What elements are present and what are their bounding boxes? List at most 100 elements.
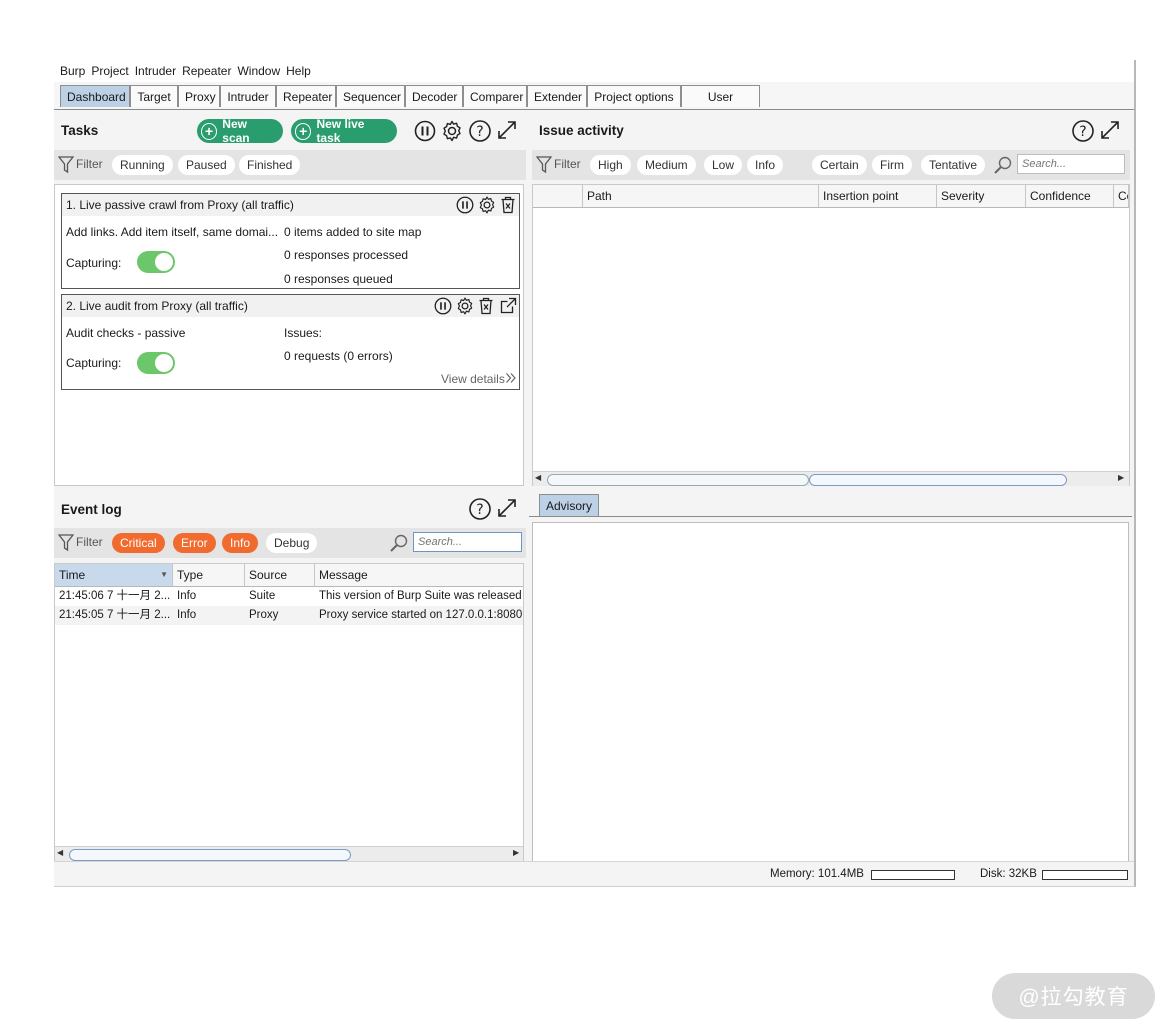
filter-info[interactable]: Info bbox=[747, 155, 784, 175]
scroll-right-icon[interactable]: ▶ bbox=[513, 848, 519, 857]
scroll-right-icon[interactable]: ▶ bbox=[1118, 473, 1124, 482]
event-log-table: Time ▼ Type Source Message 21:45:06 7 十一… bbox=[54, 563, 524, 861]
tasks-filter-bar: Filter Running Paused Finished bbox=[54, 150, 526, 180]
new-live-task-button[interactable]: + New live task bbox=[291, 117, 397, 145]
scrollbar-thumb[interactable] bbox=[809, 474, 1067, 486]
search-icon[interactable] bbox=[389, 533, 409, 553]
tasks-title: Tasks bbox=[61, 123, 99, 138]
horizontal-scrollbar[interactable]: ◀ ▶ bbox=[55, 846, 523, 861]
event-log-search-input[interactable] bbox=[413, 532, 522, 552]
task-list: 1. Live passive crawl from Proxy (all tr… bbox=[54, 184, 524, 486]
scrollbar-thumb[interactable] bbox=[69, 849, 351, 861]
filter-medium[interactable]: Medium bbox=[637, 155, 696, 175]
capturing-label: Capturing: bbox=[66, 256, 122, 270]
gear-icon[interactable] bbox=[477, 195, 497, 215]
cell-source: Suite bbox=[249, 590, 276, 602]
filter-running[interactable]: Running bbox=[112, 155, 173, 175]
scroll-left-icon[interactable]: ◀ bbox=[57, 848, 63, 857]
menu-help[interactable]: Help bbox=[283, 60, 314, 82]
tab-proxy[interactable]: Proxy bbox=[178, 85, 220, 107]
column-header-message[interactable]: Message bbox=[315, 564, 523, 586]
svg-text:?: ? bbox=[476, 124, 483, 140]
delete-icon[interactable] bbox=[500, 196, 516, 214]
disk-label: Disk: 32KB bbox=[980, 868, 1037, 880]
filter-icon[interactable] bbox=[58, 534, 74, 552]
column-header[interactable] bbox=[533, 185, 583, 207]
gear-icon[interactable] bbox=[455, 296, 475, 316]
issue-table-header: Path Insertion point Severity Confidence… bbox=[533, 185, 1129, 208]
pause-icon[interactable] bbox=[414, 120, 436, 142]
filter-low[interactable]: Low bbox=[704, 155, 743, 175]
filter-debug[interactable]: Debug bbox=[266, 533, 318, 553]
filter-high[interactable]: High bbox=[590, 155, 631, 175]
event-log-filter-bar: Filter Critical Error Info Debug bbox=[54, 528, 526, 558]
expand-icon[interactable] bbox=[496, 497, 518, 519]
advisory-panel: Advisory bbox=[529, 490, 1132, 862]
column-header-comment[interactable]: Co bbox=[1114, 185, 1129, 207]
tab-dashboard[interactable]: Dashboard bbox=[60, 85, 130, 107]
filter-critical[interactable]: Critical bbox=[112, 533, 165, 553]
new-scan-button[interactable]: + New scan bbox=[197, 117, 283, 145]
filter-tentative[interactable]: Tentative bbox=[921, 155, 986, 175]
column-header-insertion-point[interactable]: Insertion point bbox=[819, 185, 937, 207]
filter-error[interactable]: Error bbox=[173, 533, 216, 553]
search-icon[interactable] bbox=[993, 155, 1013, 175]
task-card-1[interactable]: 1. Live passive crawl from Proxy (all tr… bbox=[61, 193, 520, 289]
column-header-severity[interactable]: Severity bbox=[937, 185, 1026, 207]
filter-info[interactable]: Info bbox=[222, 533, 259, 553]
menu-burp[interactable]: Burp bbox=[57, 60, 88, 82]
help-icon[interactable]: ? bbox=[1071, 119, 1095, 143]
filter-firm[interactable]: Firm bbox=[872, 155, 912, 175]
cell-type: Info bbox=[177, 609, 197, 621]
column-header-confidence[interactable]: Confidence bbox=[1026, 185, 1114, 207]
task-title: 1. Live passive crawl from Proxy (all tr… bbox=[66, 198, 294, 212]
task-stat: 0 responses processed bbox=[284, 248, 409, 262]
task-card-2[interactable]: 2. Live audit from Proxy (all traffic) A… bbox=[61, 294, 520, 390]
event-log-header: Time ▼ Type Source Message bbox=[55, 564, 523, 587]
filter-paused[interactable]: Paused bbox=[178, 155, 235, 175]
filter-finished[interactable]: Finished bbox=[239, 155, 301, 175]
column-header-time[interactable]: Time ▼ bbox=[55, 564, 173, 586]
menu-intruder[interactable]: Intruder bbox=[132, 60, 179, 82]
expand-icon[interactable] bbox=[496, 119, 518, 141]
tab-repeater[interactable]: Repeater bbox=[276, 85, 336, 107]
menu-window[interactable]: Window bbox=[234, 60, 283, 82]
gear-icon[interactable] bbox=[440, 119, 464, 143]
filter-certain[interactable]: Certain bbox=[812, 155, 867, 175]
filter-icon[interactable] bbox=[58, 156, 74, 174]
column-header-type[interactable]: Type bbox=[173, 564, 245, 586]
advisory-content bbox=[532, 522, 1129, 862]
tab-target[interactable]: Target bbox=[130, 85, 178, 107]
capturing-toggle[interactable] bbox=[137, 352, 175, 374]
table-row[interactable]: 21:45:05 7 十一月 2... Info Proxy Proxy ser… bbox=[55, 606, 523, 625]
delete-icon[interactable] bbox=[478, 297, 494, 315]
memory-label: Memory: 101.4MB bbox=[770, 868, 864, 880]
help-icon[interactable]: ? bbox=[468, 119, 492, 143]
table-row[interactable]: 21:45:06 7 十一月 2... Info Suite This vers… bbox=[55, 587, 523, 606]
open-external-icon[interactable] bbox=[500, 297, 517, 314]
help-icon[interactable]: ? bbox=[468, 497, 492, 521]
issue-search-input[interactable] bbox=[1017, 154, 1125, 174]
scroll-left-icon[interactable]: ◀ bbox=[535, 473, 541, 482]
column-header-path[interactable]: Path bbox=[583, 185, 819, 207]
filter-icon[interactable] bbox=[536, 156, 552, 174]
expand-icon[interactable] bbox=[1099, 119, 1121, 141]
pause-icon[interactable] bbox=[434, 297, 452, 315]
tab-sequencer[interactable]: Sequencer bbox=[336, 85, 405, 107]
task-stat: Issues: bbox=[284, 326, 323, 340]
tab-user-options[interactable]: User options bbox=[681, 85, 760, 126]
tab-comparer[interactable]: Comparer bbox=[463, 85, 527, 107]
pause-icon[interactable] bbox=[456, 196, 474, 214]
tab-decoder[interactable]: Decoder bbox=[405, 85, 463, 107]
horizontal-scrollbar[interactable]: ◀ ▶ bbox=[533, 471, 1129, 486]
menu-repeater[interactable]: Repeater bbox=[179, 60, 234, 82]
cell-message: This version of Burp Suite was released … bbox=[319, 590, 523, 602]
tab-advisory[interactable]: Advisory bbox=[539, 494, 599, 517]
tab-project-options[interactable]: Project options bbox=[587, 85, 681, 107]
tab-extender[interactable]: Extender bbox=[527, 85, 587, 107]
tab-intruder[interactable]: Intruder bbox=[220, 85, 276, 107]
view-details-link[interactable]: View details bbox=[441, 372, 505, 386]
capturing-toggle[interactable] bbox=[137, 251, 175, 273]
menu-project[interactable]: Project bbox=[88, 60, 131, 82]
column-header-source[interactable]: Source bbox=[245, 564, 315, 586]
